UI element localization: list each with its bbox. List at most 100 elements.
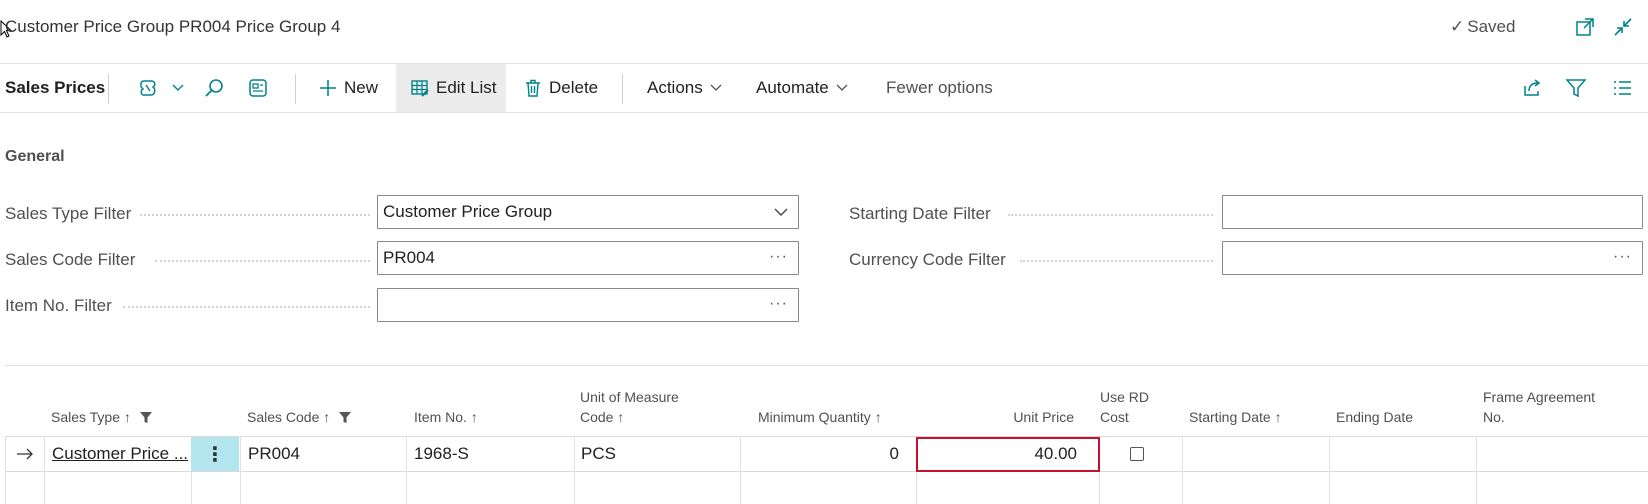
title-bar: Customer Price Group PR004 Price Group 4…	[0, 0, 1648, 56]
col-header-frame-agreement-no[interactable]: Frame Agreement No.	[1483, 387, 1595, 427]
col-header-label: No.	[1483, 409, 1505, 425]
dotted-leader	[1008, 214, 1213, 216]
filter-icon	[339, 412, 352, 423]
col-header-label: Cost	[1100, 409, 1129, 425]
unit-price-cell[interactable]: 40.00	[918, 437, 1077, 471]
page-title: Customer Price Group PR004 Price Group 4	[5, 17, 341, 36]
chevron-down-icon	[710, 84, 722, 91]
item-no-filter-label: Item No. Filter	[5, 296, 112, 315]
dotted-leader	[1020, 260, 1213, 262]
col-header-label: Sales Type	[51, 409, 121, 425]
lookup-ellipsis-icon[interactable]: ···	[769, 248, 788, 266]
dotted-leader	[140, 214, 370, 216]
show-as-cards-button[interactable]	[247, 64, 275, 112]
actions-label: Actions	[647, 78, 703, 97]
filter-icon	[139, 412, 152, 423]
grid-col-border	[1476, 436, 1477, 504]
item-no-cell[interactable]: 1968-S	[414, 437, 469, 471]
sort-ascending-icon: ↑	[1274, 409, 1282, 425]
col-header-sales-type[interactable]: Sales Type ↑	[51, 407, 153, 427]
uom-cell[interactable]: PCS	[581, 437, 616, 471]
sales-code-filter-input[interactable]: PR004 ···	[377, 241, 799, 275]
col-header-label: Frame Agreement	[1483, 389, 1596, 405]
sort-ascending-icon: ↑	[323, 409, 331, 425]
copilot-icon	[140, 80, 156, 96]
item-no-filter-input[interactable]: ···	[377, 288, 799, 322]
sales-type-cell[interactable]: Customer Price ...	[52, 437, 188, 471]
collapse-icon[interactable]	[1612, 16, 1634, 38]
grid-col-border	[1182, 436, 1183, 504]
grid-col-border	[44, 436, 45, 504]
sales-type-filter-select[interactable]: Customer Price Group	[377, 195, 799, 229]
current-row-arrow-icon	[16, 437, 34, 471]
col-header-label: Use RD	[1100, 389, 1150, 405]
currency-code-filter-input[interactable]: ···	[1222, 241, 1643, 275]
sort-ascending-icon: ↑	[123, 409, 131, 425]
col-header-unit-of-measure[interactable]: Unit of Measure Code ↑	[580, 387, 679, 427]
separator	[622, 74, 623, 104]
edit-list-icon	[411, 80, 429, 97]
automate-menu[interactable]: Automate	[756, 64, 854, 112]
search-icon	[205, 79, 223, 97]
sales-type-filter-label: Sales Type Filter	[5, 204, 132, 223]
grid-col-border	[5, 436, 6, 504]
actions-menu[interactable]: Actions	[647, 64, 728, 112]
col-header-use-rd-cost[interactable]: Use RD Cost	[1100, 387, 1149, 427]
sort-ascending-icon: ↑	[617, 409, 625, 425]
col-header-item-no[interactable]: Item No. ↑	[414, 407, 478, 427]
starting-date-filter-input[interactable]	[1222, 195, 1643, 229]
separator	[108, 74, 109, 104]
minimum-quantity-cell[interactable]: 0	[740, 437, 899, 471]
open-in-new-window-icon[interactable]	[1574, 16, 1596, 38]
edit-list-button[interactable]: Edit List	[396, 64, 506, 112]
list-view-icon[interactable]	[1611, 77, 1633, 99]
grid-col-border	[406, 436, 407, 504]
col-header-sales-code[interactable]: Sales Code ↑	[247, 407, 352, 427]
sales-code-cell[interactable]: PR004	[248, 437, 300, 471]
delete-button[interactable]: Delete	[523, 64, 598, 112]
grid-col-border	[574, 436, 575, 504]
col-header-label: Sales Code	[247, 409, 320, 425]
action-bar: Sales Prices New Edit List Delete Action…	[0, 63, 1648, 113]
col-header-starting-date[interactable]: Starting Date ↑	[1189, 407, 1282, 427]
layout-icon	[249, 79, 267, 97]
grid-col-border	[240, 436, 241, 504]
col-header-minimum-quantity[interactable]: Minimum Quantity ↑	[758, 407, 882, 427]
fewer-options-button[interactable]: Fewer options	[886, 64, 993, 112]
general-section-title: General	[5, 148, 65, 165]
edit-list-label: Edit List	[436, 78, 497, 97]
saved-label: Saved	[1467, 17, 1516, 36]
dotted-leader	[123, 306, 370, 308]
share-icon[interactable]	[1521, 77, 1543, 99]
sort-ascending-icon: ↑	[470, 409, 478, 425]
use-rd-cost-checkbox[interactable]	[1130, 447, 1144, 461]
chevron-down-icon	[774, 208, 788, 216]
col-header-ending-date[interactable]: Ending Date	[1336, 407, 1413, 427]
search-button[interactable]	[203, 64, 231, 112]
starting-date-filter-label: Starting Date Filter	[849, 204, 991, 223]
delete-label: Delete	[549, 78, 599, 97]
filter-icon[interactable]	[1565, 77, 1587, 99]
trash-icon	[526, 79, 540, 97]
col-header-unit-price[interactable]: Unit Price	[990, 407, 1074, 427]
dotted-leader	[155, 260, 370, 262]
copilot-menu-button[interactable]	[137, 64, 190, 112]
lookup-ellipsis-icon[interactable]: ···	[769, 295, 788, 313]
new-button[interactable]: New	[318, 64, 378, 112]
separator	[295, 74, 296, 104]
sales-code-filter-label: Sales Code Filter	[5, 250, 136, 269]
col-header-label: Starting Date	[1189, 409, 1271, 425]
row-actions-button[interactable]: ⋮	[191, 437, 239, 471]
new-label: New	[344, 78, 379, 97]
lookup-ellipsis-icon[interactable]: ···	[1613, 248, 1632, 266]
col-header-label: Minimum Quantity	[758, 409, 871, 425]
col-header-label: Unit of Measure	[580, 389, 679, 405]
chevron-down-icon	[172, 84, 184, 91]
automate-label: Automate	[756, 78, 829, 97]
saved-status: ✓ Saved	[1450, 17, 1515, 37]
col-header-label: Code	[580, 409, 614, 425]
section-divider	[5, 365, 1648, 366]
chevron-down-icon	[836, 84, 848, 91]
plus-icon	[320, 80, 336, 96]
checkmark-icon: ✓	[1450, 17, 1465, 36]
